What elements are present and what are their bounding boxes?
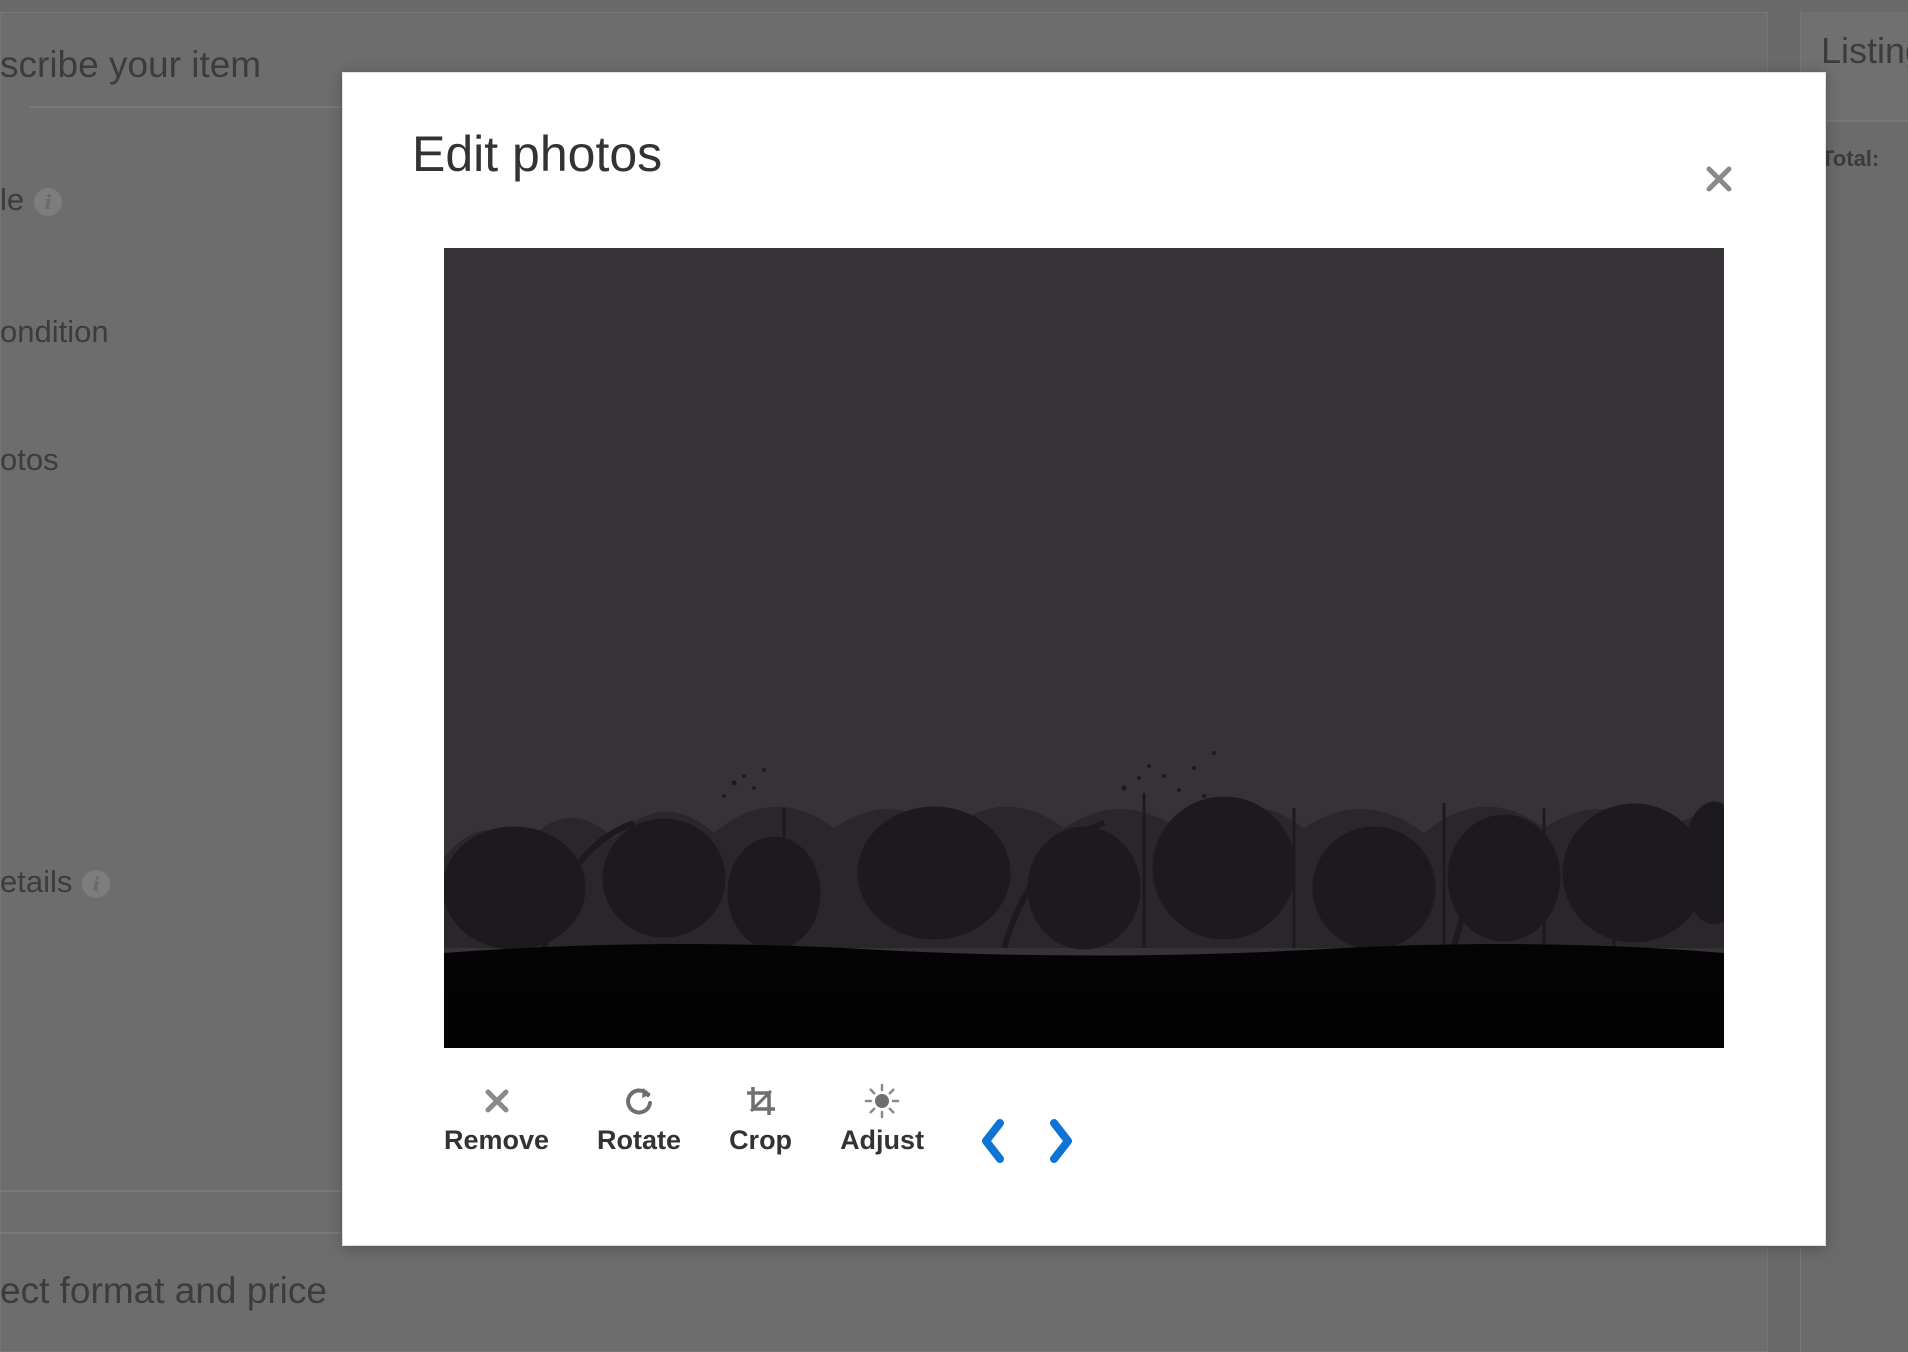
crop-label: Crop [729,1125,793,1155]
dialog-title: Edit photos [412,126,663,182]
section-heading-format-price: ect format and price [0,1270,327,1311]
rotate-label: Rotate [597,1125,682,1155]
photo-toolbar: Remove Rotate Crop Adjust [444,1083,1112,1183]
chevron-right-icon [1050,1119,1073,1163]
field-label-details-text: etails [0,864,73,899]
crop-icon [746,1087,775,1115]
rotate-button[interactable]: Rotate [597,1083,681,1156]
remove-label: Remove [444,1125,550,1155]
adjust-icon [864,1083,900,1119]
section-divider [30,106,350,108]
field-label-title-text: le [0,182,25,217]
section-heading-describe: scribe your item [0,44,262,85]
adjust-button[interactable]: Adjust [840,1083,924,1156]
remove-icon [485,1089,509,1113]
listing-summary-total: Total: [1821,146,1880,171]
adjust-label: Adjust [840,1125,925,1155]
next-photo-button[interactable] [1042,1113,1082,1169]
previous-photo-button[interactable] [972,1113,1012,1169]
info-icon[interactable]: i [82,869,111,898]
section-divider [0,1190,342,1192]
chevron-left-icon [982,1119,1005,1163]
rotate-icon [626,1088,653,1115]
crop-button[interactable]: Crop [729,1083,792,1156]
close-icon [1706,166,1732,192]
field-label-title: le i [0,182,63,218]
listing-summary-title: Listing [1821,30,1908,71]
field-label-condition: ondition [0,314,109,349]
section-divider [0,1232,342,1234]
info-icon[interactable]: i [34,187,63,216]
remove-button[interactable]: Remove [444,1083,549,1156]
photo-preview [444,248,1724,1048]
close-button[interactable] [1699,159,1739,199]
field-label-photos: otos [0,442,59,477]
edit-photos-dialog: Edit photos Remove Rotate Crop Adjust [342,72,1826,1246]
photo-image [444,248,1724,1048]
field-label-details: etails i [0,864,111,900]
